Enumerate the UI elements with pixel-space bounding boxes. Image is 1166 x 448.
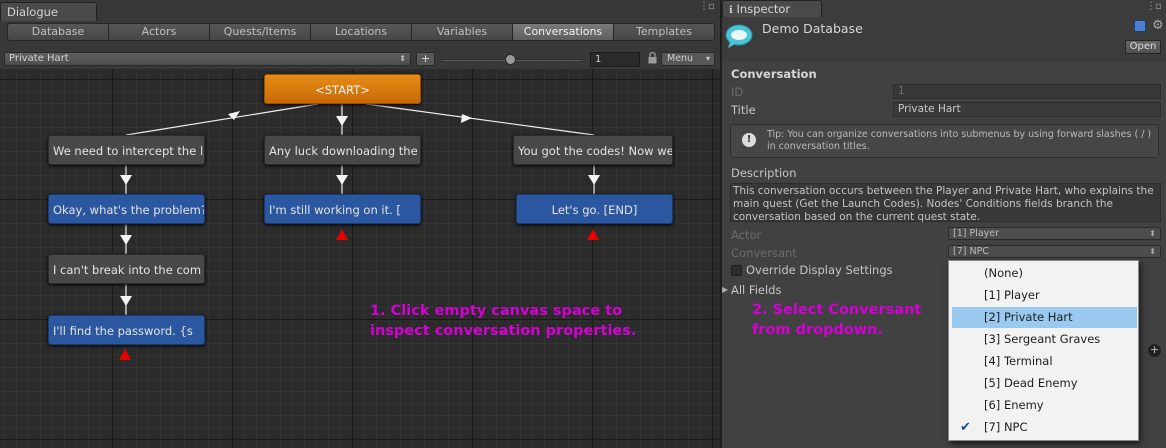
- node-player-4[interactable]: I'll find the password. {s: [48, 315, 205, 345]
- title-label: Title: [731, 103, 756, 117]
- actor-dropdown[interactable]: [1] Player ⬍: [948, 227, 1161, 240]
- conversant-dropdown-value: [7] NPC: [953, 246, 989, 257]
- option-player[interactable]: [1] Player: [952, 285, 1137, 306]
- callout-2-line-1: 2. Select Conversant: [752, 302, 922, 318]
- description-label: Description: [731, 166, 797, 180]
- link-arrow: [336, 116, 348, 126]
- node-npc-1[interactable]: We need to intercept the l: [48, 135, 205, 165]
- conversation-select-value: Private Hart: [9, 53, 69, 64]
- foldout-arrow-icon[interactable]: ▶: [722, 285, 728, 294]
- title-field[interactable]: Private Hart: [893, 102, 1161, 117]
- menu-button[interactable]: Menu ▾: [661, 52, 715, 66]
- tab-database[interactable]: Database: [7, 23, 108, 41]
- conversant-label: Conversant: [731, 246, 797, 260]
- open-button[interactable]: Open: [1125, 40, 1161, 54]
- tab-templates[interactable]: Templates: [613, 23, 715, 41]
- callout-2-line-2: from dropdown.: [752, 322, 884, 338]
- lock-icon[interactable]: [648, 52, 657, 64]
- link-arrow: [461, 114, 472, 123]
- option-enemy[interactable]: [6] Enemy: [952, 395, 1137, 416]
- canvas-toolbar: Private Hart ⬍ + 1 Menu ▾: [0, 49, 720, 69]
- section-title-conversation: Conversation: [731, 67, 817, 81]
- link-arrow: [588, 175, 600, 185]
- chevron-down-icon: ▾: [705, 54, 710, 63]
- node-player-1[interactable]: Okay, what's the problem?: [48, 194, 205, 224]
- option-private-hart[interactable]: [2] Private Hart: [952, 307, 1137, 328]
- option-terminal[interactable]: [4] Terminal: [952, 351, 1137, 372]
- node-canvas[interactable]: <START> We need to intercept the l Any l…: [0, 69, 720, 448]
- option-dead-enemy[interactable]: [5] Dead Enemy: [952, 373, 1137, 394]
- info-icon: ℹ: [729, 5, 733, 16]
- gear-icon[interactable]: ⚙: [1152, 18, 1164, 33]
- override-display-label: Override Display Settings: [746, 263, 893, 277]
- conversant-options-popup: (None) [1] Player [2] Private Hart [3] S…: [948, 260, 1139, 441]
- dialogue-database-icon: [725, 24, 753, 48]
- zoom-slider-thumb[interactable]: [505, 54, 516, 65]
- tab-conversations[interactable]: Conversations: [512, 23, 613, 41]
- dialogue-window: Dialogue ⋮ ▫ Database Actors Quests/Item…: [0, 0, 720, 448]
- override-display-checkbox[interactable]: [731, 265, 742, 276]
- maximize-icon[interactable]: ▫: [1155, 1, 1162, 12]
- link-arrow: [120, 235, 132, 245]
- inspector-tab[interactable]: ℹ Inspector: [722, 0, 822, 17]
- tip-text: Tip: You can organize conversations into…: [767, 129, 1152, 152]
- end-marker-icon: [119, 349, 131, 360]
- tab-actors[interactable]: Actors: [108, 23, 209, 41]
- description-field[interactable]: This conversation occurs between the Pla…: [730, 183, 1161, 223]
- inspector-header: Demo Database ⚙ Open: [722, 17, 1166, 62]
- menu-button-label: Menu: [667, 53, 694, 64]
- dialogue-window-tab[interactable]: Dialogue: [0, 2, 97, 21]
- dialogue-tabs: Database Actors Quests/Items Locations V…: [7, 23, 715, 41]
- link-start-n3: [365, 103, 595, 136]
- tab-variables[interactable]: Variables: [411, 23, 512, 41]
- dropdown-arrows-icon: ⬍: [1149, 229, 1156, 238]
- checkmark-icon: ✔: [960, 420, 971, 435]
- link-arrow: [120, 175, 132, 185]
- callout-1-line-2: inspect conversation properties.: [370, 323, 637, 339]
- tab-locations[interactable]: Locations: [310, 23, 411, 41]
- conversant-dropdown[interactable]: [7] NPC ⬍: [948, 245, 1161, 258]
- actor-dropdown-value: [1] Player: [953, 228, 1000, 239]
- node-start[interactable]: <START>: [264, 74, 421, 104]
- actor-label: Actor: [731, 228, 762, 242]
- add-field-icon[interactable]: +: [1148, 344, 1161, 357]
- link-start-n1: [125, 103, 319, 136]
- node-npc-3[interactable]: You got the codes! Now we: [513, 135, 673, 165]
- inspector-tab-label: Inspector: [736, 2, 791, 16]
- option-npc[interactable]: ✔ [7] NPC: [952, 417, 1137, 438]
- add-conversation-button[interactable]: +: [416, 52, 435, 66]
- option-none[interactable]: (None): [952, 263, 1137, 284]
- end-marker-icon: [336, 229, 348, 240]
- dropdown-arrows-icon: ⬍: [399, 54, 406, 63]
- option-npc-label: [7] NPC: [984, 420, 1028, 434]
- option-sergeant-graves[interactable]: [3] Sergeant Graves: [952, 329, 1137, 350]
- callout-1-line-1: 1. Click empty canvas space to: [370, 303, 623, 319]
- node-player-3[interactable]: Let's go. [END]: [516, 194, 673, 224]
- id-field: 1: [893, 84, 1161, 99]
- tip-box: ! Tip: You can organize conversations in…: [730, 124, 1159, 158]
- id-label: ID: [731, 85, 744, 99]
- maximize-icon[interactable]: ▫: [708, 1, 715, 12]
- link-arrow: [336, 175, 348, 185]
- instruction-callout-1: 1. Click empty canvas space to inspect c…: [370, 301, 636, 341]
- database-title: Demo Database: [762, 21, 863, 36]
- node-player-2[interactable]: I'm still working on it. [: [264, 194, 421, 224]
- node-npc-2[interactable]: Any luck downloading the l: [264, 135, 421, 165]
- info-icon: !: [742, 133, 756, 147]
- instruction-callout-2: 2. Select Conversant from dropdown.: [752, 300, 921, 340]
- tab-quests-items[interactable]: Quests/Items: [209, 23, 310, 41]
- zoom-field[interactable]: 1: [590, 52, 640, 67]
- end-marker-icon: [587, 229, 599, 240]
- link-arrow: [120, 296, 132, 306]
- dropdown-arrows-icon: ⬍: [1149, 247, 1156, 256]
- help-book-icon[interactable]: [1134, 20, 1146, 32]
- conversation-select[interactable]: Private Hart ⬍: [4, 52, 411, 66]
- node-npc-4[interactable]: I can't break into the com: [48, 254, 205, 284]
- all-fields-foldout[interactable]: All Fields: [731, 283, 781, 297]
